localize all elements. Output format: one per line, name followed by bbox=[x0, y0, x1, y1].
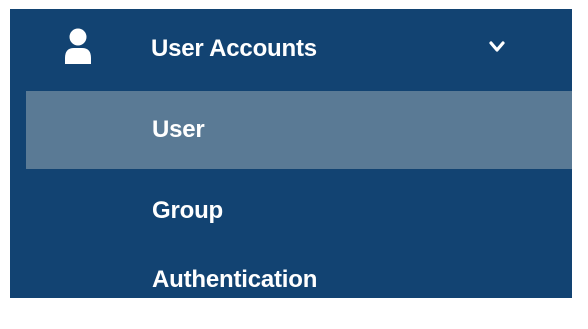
sidebar-menu: User Accounts User Group Authentication bbox=[10, 9, 572, 298]
user-icon bbox=[65, 28, 91, 64]
chevron-down-icon[interactable] bbox=[489, 41, 505, 53]
submenu-item-label: Authentication bbox=[152, 266, 318, 293]
submenu-item-label: User bbox=[152, 116, 205, 143]
user-accounts-label: User Accounts bbox=[151, 35, 317, 62]
submenu-item-user[interactable]: User bbox=[26, 91, 572, 169]
user-accounts-menu-header[interactable]: User Accounts bbox=[10, 9, 572, 89]
submenu-item-group[interactable]: Group bbox=[26, 172, 572, 250]
submenu-item-authentication[interactable]: Authentication bbox=[26, 251, 572, 298]
submenu-item-label: Group bbox=[152, 197, 223, 224]
